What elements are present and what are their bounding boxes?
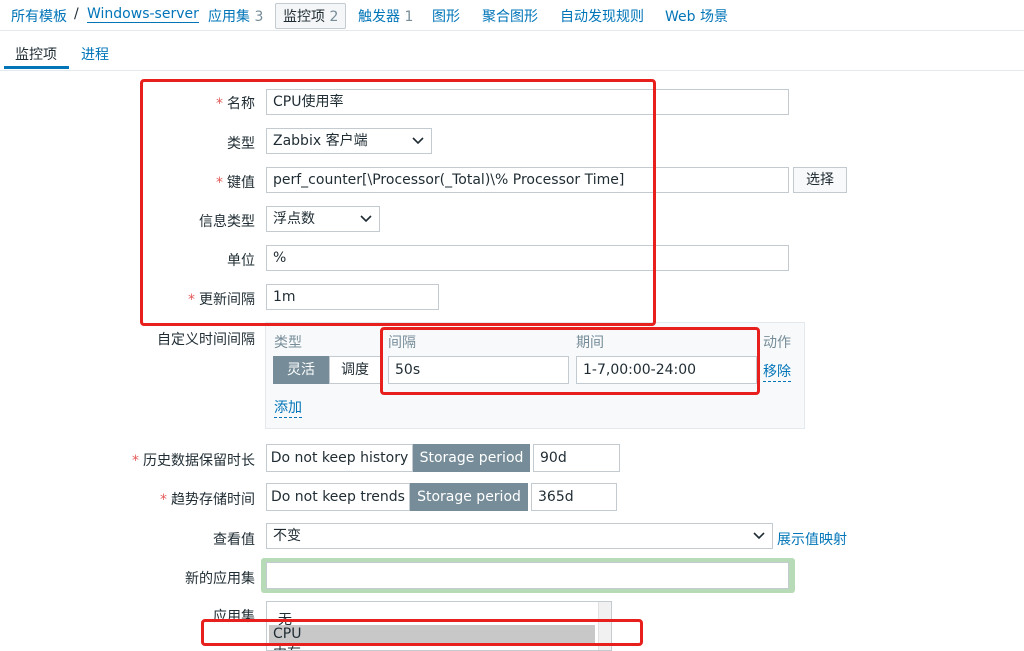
new-app-input[interactable] (266, 562, 789, 589)
selected-option-highlight (269, 625, 595, 643)
breadcrumb-all-templates[interactable]: 所有模板 (11, 6, 67, 26)
tab-triggers-label: 触发器 (358, 9, 400, 25)
show-value-label: 查看值 (213, 532, 255, 548)
update-interval-label: * 更新间隔 (55, 289, 255, 309)
history-label-text: 历史数据保留时长 (143, 453, 255, 469)
history-label: * 历史数据保留时长 (55, 450, 255, 470)
tab-applications-label: 应用集 (208, 9, 250, 25)
interval-type-flexible-toggle[interactable]: 灵活 (273, 356, 329, 384)
required-star: * (216, 175, 223, 191)
key-select-button[interactable]: 选择 (793, 167, 847, 193)
tab-items[interactable]: 监控项 2 (275, 3, 347, 29)
trends-label-text: 趋势存储时间 (171, 492, 255, 508)
subtab-process[interactable]: 进程 (81, 44, 109, 64)
tab-items-label: 监控项 (283, 9, 325, 25)
subtab-item[interactable]: 监控项 (15, 44, 57, 64)
trends-label: * 趋势存储时间 (55, 489, 255, 509)
custom-intervals-col-period: 期间 (576, 335, 604, 351)
breadcrumb: 所有模板 / Windows-server 应用集 3 监控项 2 触发器 1 … (0, 0, 1024, 31)
info-type-select-value: 浮点数 (273, 211, 315, 227)
type-label: 类型 (227, 136, 255, 152)
tab-web[interactable]: Web 场景 (665, 6, 728, 26)
custom-intervals-label: 自定义时间间隔 (157, 332, 255, 348)
new-app-label: 新的应用集 (185, 571, 255, 587)
custom-period-input[interactable]: 1-7,00:00-24:00 (576, 356, 757, 384)
applications-option-selected[interactable]: CPU (273, 626, 301, 642)
update-interval-input[interactable]: 1m (266, 284, 439, 310)
history-no-keep-toggle[interactable]: Do not keep history (266, 444, 413, 472)
tab-triggers-count: 1 (404, 9, 414, 25)
chevron-down-icon (360, 215, 372, 223)
tab-applications[interactable]: 应用集 3 (208, 6, 263, 26)
tab-graphs[interactable]: 图形 (432, 6, 460, 26)
type-select-value: Zabbix 客户端 (273, 133, 368, 149)
required-star: * (132, 453, 139, 469)
units-input[interactable]: % (266, 245, 789, 271)
required-star: * (188, 292, 195, 308)
tab-applications-count: 3 (254, 9, 264, 25)
update-interval-label-text: 更新间隔 (199, 292, 255, 308)
info-type-select[interactable]: 浮点数 (266, 206, 380, 232)
tab-triggers[interactable]: 触发器 1 (358, 6, 413, 26)
add-interval-link[interactable]: 添加 (274, 397, 302, 418)
applications-label: 应用集 (213, 609, 255, 625)
trends-no-keep-toggle[interactable]: Do not keep trends (266, 483, 410, 511)
custom-intervals-col-type: 类型 (274, 335, 302, 351)
key-label: * 键值 (55, 172, 255, 192)
show-value-mapping-link[interactable]: 展示值映射 (777, 529, 847, 549)
listbox-scrollbar[interactable] (598, 602, 611, 650)
chevron-down-icon (412, 137, 424, 145)
name-input[interactable]: CPU使用率 (266, 89, 789, 115)
trends-period-input[interactable]: 365d (531, 483, 617, 511)
type-select[interactable]: Zabbix 客户端 (266, 128, 432, 154)
units-label: 单位 (227, 253, 255, 269)
name-label: * 名称 (55, 93, 255, 113)
info-type-label: 信息类型 (199, 214, 255, 230)
remove-interval-link[interactable]: 移除 (763, 361, 791, 382)
key-label-text: 键值 (227, 175, 255, 191)
breadcrumb-separator: / (74, 6, 79, 22)
form-tabs: 监控项 进程 (0, 36, 1024, 71)
history-storage-period-toggle[interactable]: Storage period (413, 444, 530, 472)
required-star: * (160, 492, 167, 508)
tab-screens[interactable]: 聚合图形 (482, 6, 538, 26)
breadcrumb-host[interactable]: Windows-server (87, 6, 199, 23)
history-period-input[interactable]: 90d (533, 444, 620, 472)
interval-type-scheduling-toggle[interactable]: 调度 (329, 356, 381, 384)
chevron-down-icon (753, 532, 765, 540)
custom-intervals-col-interval: 间隔 (388, 335, 416, 351)
key-input[interactable]: perf_counter[\Processor(_Total)\% Proces… (266, 167, 789, 193)
name-label-text: 名称 (227, 96, 255, 112)
custom-intervals-col-action: 动作 (763, 335, 791, 351)
trends-storage-period-toggle[interactable]: Storage period (410, 483, 528, 511)
tab-discovery[interactable]: 自动发现规则 (560, 6, 644, 26)
custom-interval-input[interactable]: 50s (388, 356, 569, 384)
applications-option[interactable]: 内存 (273, 643, 301, 650)
show-value-select-value: 不变 (273, 528, 301, 544)
active-tab-indicator (4, 66, 69, 69)
required-star: * (216, 96, 223, 112)
applications-listbox[interactable]: -无- CPU 内存 (266, 601, 612, 651)
show-value-select[interactable]: 不变 (266, 523, 773, 549)
tab-items-count: 2 (329, 9, 339, 25)
